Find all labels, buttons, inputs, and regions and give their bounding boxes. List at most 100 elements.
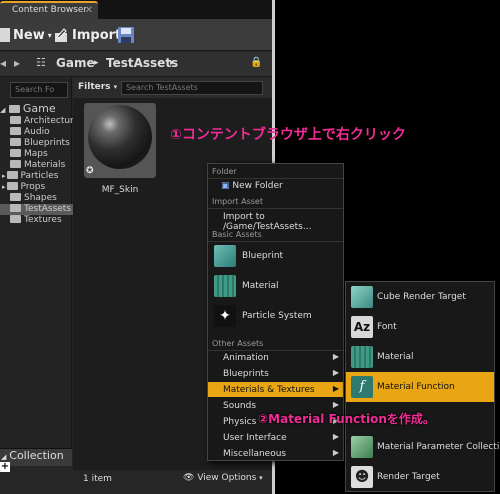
submenu-arrow-icon: ▶ [332, 432, 339, 441]
toolbar: New ▾ Import [0, 19, 272, 51]
tree-item-label: Props [20, 182, 46, 192]
tab-content-browser[interactable]: Content Browser ✕ [0, 1, 98, 19]
menu-item-label: Materials & Textures [223, 385, 315, 395]
folder-icon [10, 138, 21, 146]
menu-item-blueprints[interactable]: Blueprints ▶ [208, 366, 343, 381]
font-icon: Az [351, 316, 373, 338]
expand-arrow-icon: ▸ [2, 183, 6, 191]
tree-item-label: Blueprints [24, 138, 70, 148]
tree-item-label: Materials [24, 160, 66, 170]
submenu-item-material-function[interactable]: f Material Function [346, 372, 494, 402]
submenu-arrow-icon: ▶ [332, 384, 339, 393]
submenu-item-render-target[interactable]: ☻ Render Target [346, 462, 494, 492]
material-sphere-icon [88, 105, 152, 169]
folder-icon [10, 116, 21, 124]
submenu-item-label: Font [377, 322, 397, 332]
view-options-button[interactable]: 👁 View Options ▾ [183, 473, 263, 483]
expand-arrow-icon: ▸ [2, 172, 6, 180]
menu-header-basic-assets: Basic Assets [212, 230, 262, 239]
tree-item-label: TestAssets [24, 204, 72, 214]
asset-star-icon: ✪ [86, 166, 94, 176]
tree-item-label: Particles [20, 171, 59, 181]
asset-search-input[interactable]: Search TestAssets [121, 81, 263, 95]
submenu-item-font[interactable]: Az Font [346, 312, 494, 342]
collections-label: Collection [9, 449, 64, 462]
breadcrumb-testassets[interactable]: TestAssets [106, 56, 178, 70]
menu-item-import-to[interactable]: Import to /Game/TestAssets... [208, 209, 343, 232]
add-collection-icon[interactable]: + [0, 462, 10, 472]
new-button[interactable]: New ▾ [0, 24, 52, 46]
import-button-label: Import [72, 27, 122, 43]
asset-thumbnail[interactable]: ✪ [84, 103, 156, 178]
import-icon [55, 28, 67, 42]
breadcrumb-game[interactable]: Game [56, 56, 95, 70]
filters-button[interactable]: Filters ▾ [78, 82, 117, 92]
submenu-item-material[interactable]: Material [346, 342, 494, 372]
tree-item-particles[interactable]: ▸ Particles [0, 171, 74, 182]
menu-item-label: Blueprint [242, 251, 284, 261]
dropdown-arrow-icon: ▾ [259, 474, 263, 482]
close-icon[interactable]: ✕ [85, 5, 93, 16]
menu-header-other-assets: Other Assets [212, 339, 264, 348]
menu-header-folder: Folder [212, 167, 237, 176]
menu-header-import: Import Asset [212, 197, 263, 206]
materials-textures-submenu: Cube Render Target Az Font Material f Ma… [345, 281, 500, 492]
menu-item-miscellaneous[interactable]: Miscellaneous ▶ [208, 446, 343, 461]
menu-item-animation[interactable]: Animation ▶ [208, 350, 343, 365]
tree-item-architecture[interactable]: Architectur [0, 116, 82, 127]
folder-icon [10, 160, 21, 168]
menu-item-materials-textures[interactable]: Materials & Textures ▶ [208, 382, 343, 397]
material-function-icon: f [351, 376, 373, 398]
tree-item-label: Architectur [24, 116, 74, 126]
menu-item-material[interactable]: Material [208, 272, 343, 302]
path-picker-icon[interactable]: ☷ [36, 56, 46, 69]
tree-search-input[interactable]: Search Fo [10, 82, 68, 98]
menu-item-label: New Folder [232, 181, 283, 191]
eye-icon: 👁 [183, 473, 195, 483]
back-arrow-icon[interactable]: ◂ [0, 56, 6, 70]
annotation-step1: ①コンテントブラウザ上で右クリック [170, 127, 406, 143]
render-target-icon: ☻ [351, 466, 373, 488]
tree-item-audio[interactable]: Audio [0, 127, 82, 138]
new-folder-icon: ▣ [221, 181, 230, 191]
menu-item-new-folder[interactable]: ▣ New Folder [208, 178, 343, 193]
tab-title: Content Browser [12, 5, 88, 15]
tree-item-materials[interactable]: Materials [0, 160, 82, 171]
menu-item-label: Physics [223, 417, 257, 427]
breadcrumb-arrow-icon[interactable]: ▸ [170, 58, 175, 68]
collapse-arrow-icon: ◢ [0, 106, 6, 114]
particle-system-icon: ✦ [214, 305, 236, 327]
tree-item-shapes[interactable]: Shapes [0, 193, 82, 204]
folder-icon [6, 182, 18, 190]
tree-item-maps[interactable]: Maps [0, 149, 82, 160]
tree-item-game[interactable]: ◢ Game [0, 102, 72, 115]
folder-icon [6, 171, 18, 179]
tree-item-testassets[interactable]: TestAssets [0, 204, 82, 215]
submenu-item-label: Cube Render Target [377, 292, 466, 302]
tree-item-textures[interactable]: Textures [0, 215, 82, 226]
new-button-label: New [13, 27, 45, 43]
dropdown-arrow-icon: ▾ [113, 83, 118, 91]
annotation-step2: ②Material Functionを作成。 [258, 412, 435, 426]
menu-item-label: Material [242, 281, 279, 291]
menu-item-blueprint[interactable]: Blueprint [208, 242, 343, 272]
tree-item-props[interactable]: ▸ Props [0, 182, 74, 193]
forward-arrow-icon[interactable]: ▸ [14, 56, 20, 70]
menu-item-label: Miscellaneous [223, 449, 287, 459]
submenu-item-cube-render-target[interactable]: Cube Render Target [346, 282, 494, 312]
view-options-label: View Options [197, 473, 257, 483]
tree-item-label: Maps [24, 149, 48, 159]
import-button[interactable]: Import [53, 24, 121, 46]
lock-icon[interactable]: 🔒 [250, 57, 262, 68]
filters-label: Filters [78, 82, 111, 92]
menu-item-user-interface[interactable]: User Interface ▶ [208, 430, 343, 445]
save-all-button[interactable] [117, 24, 135, 46]
menu-item-particle-system[interactable]: ✦ Particle System [208, 302, 343, 332]
path-bar: ◂ ▸ ☷ Game ▸ TestAssets ▸ 🔒 [0, 52, 272, 77]
menu-item-label: Blueprints [223, 369, 269, 379]
collections-header[interactable]: ◢ Collection + [0, 448, 72, 472]
menu-item-label: Particle System [242, 311, 312, 321]
submenu-arrow-icon: ▶ [332, 400, 339, 409]
tree-item-blueprints[interactable]: Blueprints [0, 138, 82, 149]
submenu-item-material-parameter-collection[interactable]: Material Parameter Collection [346, 432, 500, 462]
